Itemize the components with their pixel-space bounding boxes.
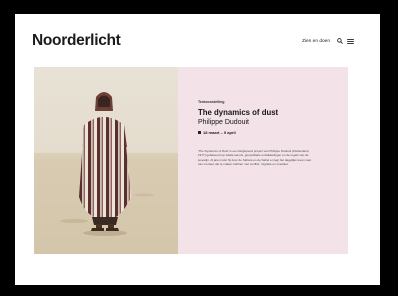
featured-exhibition[interactable]: Tentoonstelling The dynamics of dust Phi… (34, 67, 348, 254)
exhibition-info-panel: Tentoonstelling The dynamics of dust Phi… (178, 67, 348, 254)
exhibition-artist: Philippe Dudouit (198, 119, 249, 126)
exhibition-photo[interactable] (34, 67, 178, 254)
calendar-icon (198, 131, 201, 134)
exhibition-kicker: Tentoonstelling (198, 100, 225, 104)
hamburger-menu-icon[interactable] (347, 38, 354, 44)
exhibition-dates-label: 18 maart – 9 april (203, 130, 236, 135)
search-icon[interactable] (337, 38, 343, 44)
exhibition-description: 'The Dynamics of Dust' is een langlopend… (198, 149, 311, 166)
exhibition-title[interactable]: The dynamics of dust (198, 108, 278, 117)
page: Noorderlicht Zien en doen Tentoonstellin… (15, 14, 380, 285)
exhibition-dates: 18 maart – 9 april (198, 130, 236, 135)
header-nav: Zien en doen (302, 38, 354, 44)
nav-link-zien-en-doen[interactable]: Zien en doen (302, 39, 330, 44)
site-logo[interactable]: Noorderlicht (32, 32, 121, 50)
